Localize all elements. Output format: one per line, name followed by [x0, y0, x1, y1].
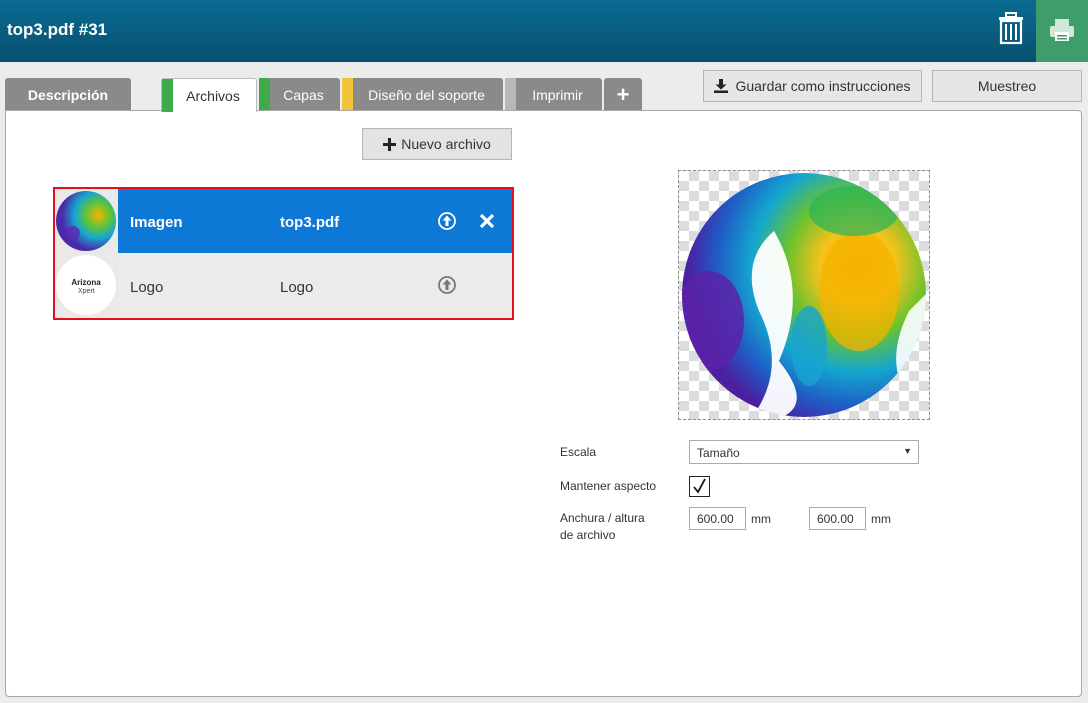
scale-value: Tamaño	[697, 446, 740, 460]
save-label: Guardar como instrucciones	[735, 78, 911, 94]
svg-text:Xpert: Xpert	[78, 288, 95, 295]
tab-diseno-soporte[interactable]: Diseño del soporte	[342, 78, 503, 111]
print-button[interactable]	[1036, 0, 1088, 62]
size-label: Anchura / altura de archivo	[560, 510, 645, 544]
width-unit: mm	[751, 512, 771, 526]
size-label-line-1: Anchura / altura	[560, 511, 645, 525]
save-as-instructions-button[interactable]: Guardar como instrucciones	[703, 70, 922, 102]
height-input[interactable]: 600.00	[809, 507, 866, 530]
tab-color-bar	[259, 78, 270, 111]
image-thumbnail	[55, 189, 118, 253]
close-icon[interactable]	[478, 212, 496, 235]
file-row-logo[interactable]: Arizona Xpert Logo Logo	[55, 253, 512, 318]
scale-select[interactable]: Tamaño ▼	[689, 440, 919, 464]
tab-imprimir[interactable]: Imprimir	[505, 78, 602, 111]
upload-icon[interactable]	[438, 276, 456, 299]
trash-icon[interactable]	[997, 12, 1025, 46]
add-tab-button[interactable]: +	[604, 78, 642, 111]
size-label-line-2: de archivo	[560, 528, 616, 542]
file-row-imagen[interactable]: Imagen top3.pdf	[55, 189, 512, 253]
printer-icon	[1050, 19, 1074, 41]
tab-color-bar	[505, 78, 516, 111]
aspect-checkbox[interactable]	[689, 476, 710, 497]
aspect-label: Mantener aspecto	[560, 479, 657, 493]
tab-label: Imprimir	[532, 86, 583, 103]
tab-color-bar	[162, 79, 173, 112]
download-icon	[714, 79, 729, 93]
new-file-label: Nuevo archivo	[401, 136, 491, 152]
tab-label: Descripción	[27, 86, 109, 103]
tab-descripcion[interactable]: Descripción	[5, 78, 131, 111]
muestreo-button[interactable]: Muestreo	[932, 70, 1082, 102]
plus-icon: +	[616, 81, 630, 107]
page-title: top3.pdf #31	[7, 20, 108, 39]
file-type: Logo	[130, 279, 164, 296]
checkmark-icon	[693, 478, 706, 494]
svg-text:Arizona: Arizona	[71, 278, 101, 287]
height-unit: mm	[871, 512, 891, 526]
upload-icon[interactable]	[438, 212, 456, 235]
file-type: Imagen	[130, 214, 183, 231]
file-preview	[678, 170, 930, 420]
scale-label: Escala	[560, 445, 597, 459]
app-header: top3.pdf #31	[0, 0, 1088, 62]
tab-label: Diseño del soporte	[368, 86, 485, 103]
dropdown-arrow-icon: ▼	[903, 446, 912, 456]
muestreo-label: Muestreo	[977, 78, 1037, 94]
tab-label: Capas	[283, 86, 324, 103]
file-name: top3.pdf	[280, 214, 340, 231]
tab-color-bar	[342, 78, 353, 111]
file-list: Imagen top3.pdf Arizona Xpert Logo Logo	[53, 187, 514, 320]
logo-thumbnail: Arizona Xpert	[55, 253, 118, 318]
plus-icon	[383, 137, 397, 151]
new-file-button[interactable]: Nuevo archivo	[362, 128, 512, 160]
tab-capas[interactable]: Capas	[259, 78, 340, 111]
tab-label: Archivos	[186, 87, 240, 104]
file-name: Logo	[280, 279, 314, 296]
tab-archivos[interactable]: Archivos	[161, 78, 257, 112]
width-input[interactable]: 600.00	[689, 507, 746, 530]
